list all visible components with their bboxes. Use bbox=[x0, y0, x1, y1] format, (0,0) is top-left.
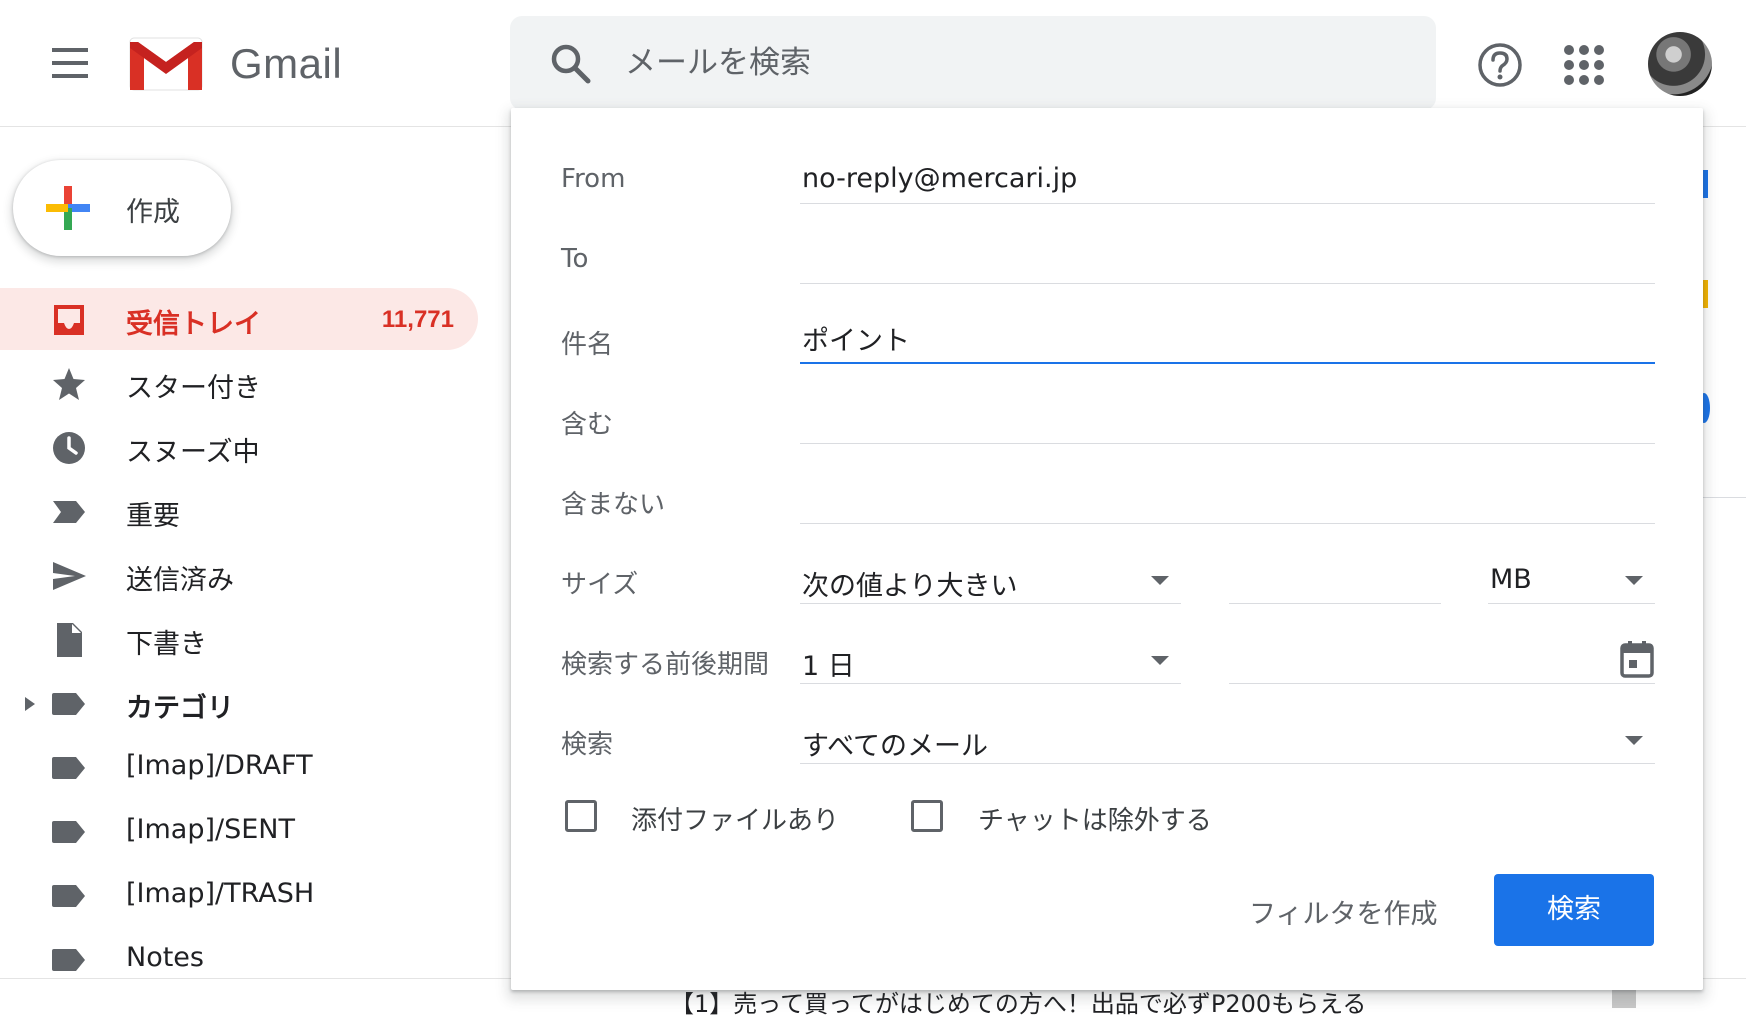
size-unit-value: MB bbox=[1490, 564, 1532, 595]
from-field[interactable] bbox=[800, 154, 1655, 204]
date-field[interactable] bbox=[1229, 634, 1655, 684]
sidebar-item-inbox[interactable]: 受信トレイ 11,771 bbox=[0, 288, 478, 350]
sidebar-item-important[interactable]: 重要 bbox=[0, 480, 478, 542]
sidebar-item-label: Notes bbox=[126, 942, 204, 973]
scope-select[interactable]: すべてのメール bbox=[800, 714, 1655, 764]
has-words-field[interactable] bbox=[800, 394, 1655, 444]
important-icon bbox=[53, 501, 85, 523]
date-label: 検索する前後期間 bbox=[561, 650, 770, 680]
inbox-unread-count: 11,771 bbox=[381, 306, 454, 333]
chevron-down-icon bbox=[1625, 736, 1643, 745]
chevron-down-icon bbox=[1151, 576, 1169, 585]
account-avatar[interactable] bbox=[1648, 32, 1712, 96]
label-icon bbox=[52, 885, 85, 907]
date-range-select[interactable]: 1 日 bbox=[800, 634, 1181, 684]
sidebar-item-notes[interactable]: Notes bbox=[0, 928, 478, 990]
create-filter-button[interactable]: フィルタを作成 bbox=[1249, 892, 1437, 931]
sidebar-item-drafts[interactable]: 下書き bbox=[0, 608, 478, 670]
side-panel-divider bbox=[1702, 497, 1746, 498]
size-operator-select[interactable]: 次の値より大きい bbox=[800, 554, 1181, 604]
sidebar-item-label: [Imap]/TRASH bbox=[126, 878, 315, 909]
compose-plus-icon bbox=[46, 186, 90, 230]
exclude-chats-label[interactable]: チャットは除外する bbox=[978, 800, 1212, 837]
from-label: From bbox=[561, 164, 626, 194]
sidebar-item-label: [Imap]/DRAFT bbox=[126, 750, 313, 781]
scope-label: 検索 bbox=[561, 730, 614, 760]
search-button[interactable]: 検索 bbox=[1494, 874, 1654, 946]
date-row: 検索する前後期間 1 日 bbox=[561, 634, 1661, 684]
gmail-logo-icon[interactable] bbox=[128, 36, 204, 92]
size-operator-value: 次の値より大きい bbox=[802, 571, 1018, 602]
has-words-row: 含む bbox=[561, 394, 1661, 444]
scope-row: 検索 すべてのメール bbox=[561, 714, 1661, 764]
advanced-search-panel: From To 件名 含む 含まない サイズ 次の値より大きい MB 検索する前… bbox=[511, 108, 1703, 990]
has-words-label: 含む bbox=[561, 410, 614, 440]
options-row: 添付ファイルあり チャットは除外する bbox=[561, 800, 1661, 850]
has-attachment-checkbox[interactable] bbox=[565, 800, 597, 832]
label-icon bbox=[52, 693, 85, 715]
sidebar-item-sent[interactable]: 送信済み bbox=[0, 544, 478, 606]
calendar-icon[interactable] bbox=[1619, 640, 1655, 678]
label-icon bbox=[52, 949, 85, 971]
draft-icon bbox=[57, 623, 82, 657]
compose-label: 作成 bbox=[126, 197, 180, 228]
no-words-row: 含まない bbox=[561, 474, 1661, 524]
sidebar-item-imap-draft[interactable]: [Imap]/DRAFT bbox=[0, 736, 478, 798]
subject-row: 件名 bbox=[561, 314, 1661, 364]
to-row: To bbox=[561, 234, 1661, 284]
send-icon bbox=[53, 562, 86, 590]
sidebar-item-label: カテゴリ bbox=[126, 693, 234, 724]
has-attachment-label[interactable]: 添付ファイルあり bbox=[631, 800, 839, 837]
to-label: To bbox=[561, 244, 589, 274]
sidebar-item-imap-sent[interactable]: [Imap]/SENT bbox=[0, 800, 478, 862]
help-icon[interactable] bbox=[1476, 41, 1524, 89]
exclude-chats-checkbox[interactable] bbox=[911, 800, 943, 832]
size-label: サイズ bbox=[561, 570, 639, 600]
sidebar-item-label: スヌーズ中 bbox=[126, 437, 260, 468]
sidebar-item-label: 受信トレイ bbox=[126, 309, 261, 340]
from-row: From bbox=[561, 154, 1661, 204]
app-name: Gmail bbox=[230, 40, 343, 87]
search-icon[interactable] bbox=[548, 41, 592, 85]
chevron-down-icon bbox=[1625, 576, 1643, 585]
sidebar-item-label: 重要 bbox=[126, 501, 180, 532]
size-value-field[interactable] bbox=[1229, 554, 1441, 604]
inbox-icon bbox=[54, 305, 84, 335]
scope-value: すべてのメール bbox=[802, 731, 989, 762]
label-icon bbox=[52, 821, 85, 843]
sidebar-item-categories[interactable]: カテゴリ bbox=[0, 672, 478, 734]
size-unit-select[interactable]: MB bbox=[1488, 554, 1655, 604]
date-range-value: 1 日 bbox=[802, 651, 855, 682]
no-words-field[interactable] bbox=[800, 474, 1655, 524]
search-bar[interactable] bbox=[510, 16, 1436, 110]
subject-field[interactable] bbox=[800, 314, 1655, 364]
sidebar-item-label: [Imap]/SENT bbox=[126, 814, 296, 845]
chevron-down-icon bbox=[1151, 656, 1169, 665]
compose-button[interactable]: 作成 bbox=[13, 160, 231, 256]
sidebar-item-label: 下書き bbox=[126, 629, 207, 660]
apps-grid-icon[interactable] bbox=[1563, 44, 1605, 86]
no-words-label: 含まない bbox=[561, 490, 666, 520]
sidebar-item-starred[interactable]: スター付き bbox=[0, 352, 478, 414]
sidebar-item-snoozed[interactable]: スヌーズ中 bbox=[0, 416, 478, 478]
to-field[interactable] bbox=[800, 234, 1655, 284]
sidebar-item-label: スター付き bbox=[126, 373, 261, 404]
main-menu-icon[interactable] bbox=[40, 40, 100, 90]
search-input[interactable] bbox=[623, 36, 1383, 90]
clock-icon bbox=[53, 432, 85, 464]
label-icon bbox=[52, 757, 85, 779]
star-icon bbox=[53, 368, 85, 400]
size-row: サイズ 次の値より大きい MB bbox=[561, 554, 1661, 604]
expand-arrow-icon[interactable] bbox=[23, 696, 37, 712]
sidebar-item-imap-trash[interactable]: [Imap]/TRASH bbox=[0, 864, 478, 926]
sidebar-item-label: 送信済み bbox=[126, 565, 234, 596]
subject-label: 件名 bbox=[561, 330, 614, 360]
